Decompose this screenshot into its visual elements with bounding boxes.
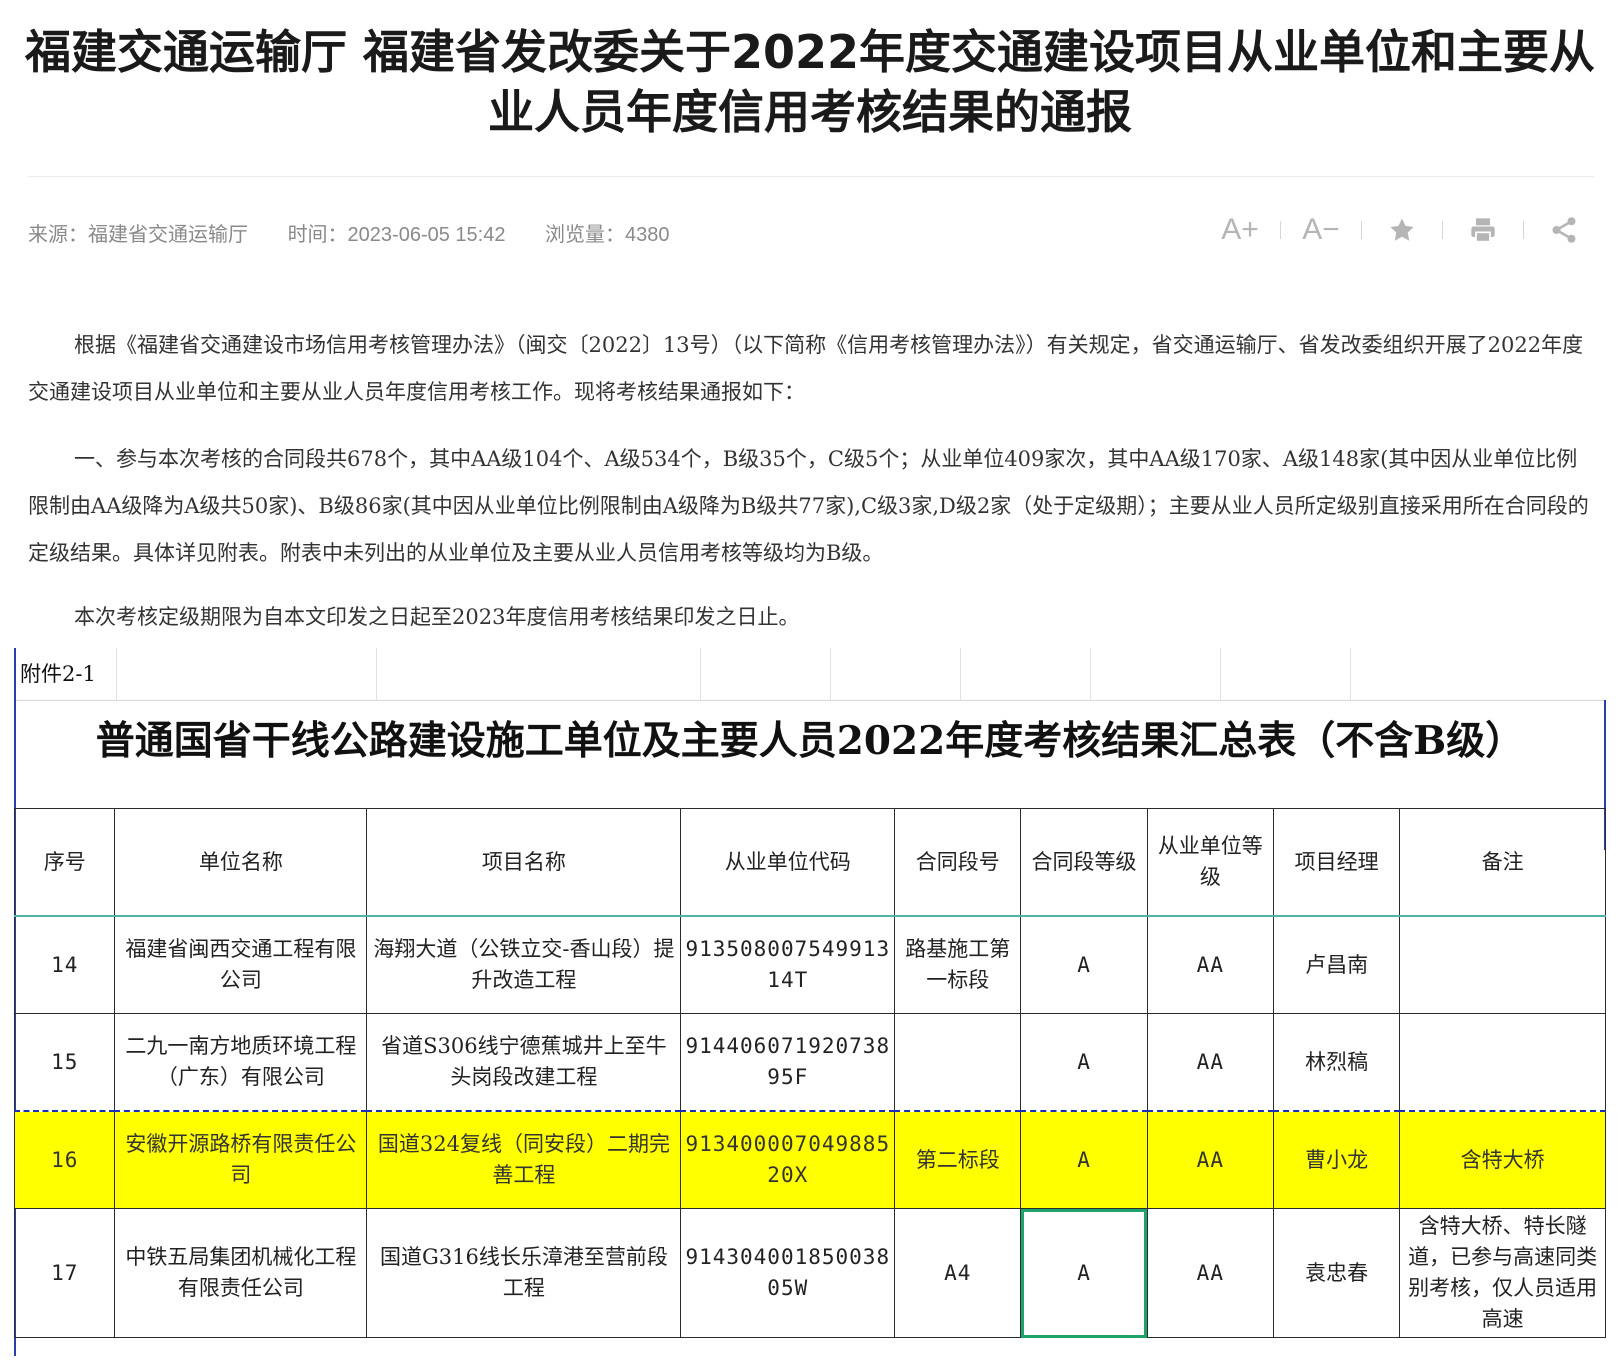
column-header: 合同段号 <box>894 808 1022 917</box>
cell-remark <box>1399 1013 1606 1112</box>
table-title: 普通国省干线公路建设施工单位及主要人员2022年度考核结果汇总表（不含B级） <box>95 718 1525 764</box>
table-header-row: 序号 单位名称 项目名称 从业单位代码 合同段号 合同段等级 从业单位等级 项目… <box>14 808 1606 917</box>
cell-project: 海翔大道（公铁立交-香山段）提升改造工程 <box>366 915 682 1014</box>
star-icon <box>1390 218 1414 241</box>
cell-contract-grade-selected: A <box>1020 1208 1148 1338</box>
column-header: 合同段等级 <box>1020 808 1148 917</box>
results-table: 序号 单位名称 项目名称 从业单位代码 合同段号 合同段等级 从业单位等级 项目… <box>14 808 1606 1338</box>
article-paragraph: 一、参与本次考核的合同段共678个，其中AA级104个、A级534个，B级35个… <box>28 447 1589 565</box>
divider <box>1442 221 1443 239</box>
grid-line <box>960 648 961 700</box>
cell-contract-grade: A <box>1020 915 1148 1014</box>
print-button[interactable] <box>1455 210 1511 250</box>
cell-project: 国道G316线长乐漳港至营前段工程 <box>366 1208 682 1338</box>
meta-source: 来源：福建省交通运输厅 <box>28 224 248 246</box>
cell-contract: A4 <box>894 1208 1022 1338</box>
grid-line <box>830 648 831 700</box>
cell-code: 914304001850038 05W <box>680 1208 896 1338</box>
meta-time: 时间：2023-06-05 15:42 <box>287 224 506 246</box>
cell-manager: 曹小龙 <box>1273 1110 1401 1209</box>
grid-line <box>376 648 377 700</box>
page-title: 福建交通运输厅 福建省发改委关于2022年度交通建设项目从业单位和主要从业人员年… <box>24 25 1596 139</box>
cell-code: 913508007549913 14T <box>680 915 896 1014</box>
column-header: 序号 <box>14 808 116 917</box>
table-row: 17 中铁五局集团机械化工程有限责任公司 国道G316线长乐漳港至营前段工程 9… <box>14 1208 1606 1338</box>
grid-line <box>1220 648 1221 700</box>
cell-remark: 含特大桥、特长隧道，已参与高速同类别考核，仅人员适用高速 <box>1399 1208 1606 1338</box>
article-paragraph: 根据《福建省交通建设市场信用考核管理办法》（闽交〔2022〕13号）（以下简称《… <box>28 333 1584 404</box>
divider <box>28 176 1594 177</box>
cell-contract-grade: A <box>1020 1110 1148 1209</box>
column-header: 单位名称 <box>114 808 368 917</box>
font-increase-button[interactable]: A+ <box>1212 210 1268 250</box>
cell-company: 福建省闽西交通工程有限公司 <box>114 915 368 1014</box>
cell-manager: 袁忠春 <box>1273 1208 1401 1338</box>
print-icon <box>1471 218 1495 243</box>
cell-contract: 第二标段 <box>894 1110 1022 1209</box>
font-decrease-button[interactable]: A− <box>1293 210 1349 250</box>
cell-code: 913400007049885 20X <box>680 1110 896 1209</box>
column-header: 备注 <box>1399 808 1606 917</box>
sheet-header-grid <box>14 648 1606 701</box>
favorite-button[interactable] <box>1374 210 1430 250</box>
cell-company: 二九一南方地质环境工程（广东）有限公司 <box>114 1013 368 1112</box>
article-toolbar: A+ A− <box>1212 210 1592 250</box>
cell-company-grade: AA <box>1146 1208 1275 1338</box>
table-row: 15 二九一南方地质环境工程（广东）有限公司 省道S306线宁德蕉城井上至牛头岗… <box>14 1013 1606 1112</box>
meta-views: 浏览量：4380 <box>545 224 670 246</box>
article-paragraph: 本次考核定级期限为自本文印发之日起至2023年度信用考核结果印发之日止。 <box>74 605 800 629</box>
grid-line <box>1090 648 1091 700</box>
grid-line <box>700 648 701 700</box>
attachment-label: 附件2-1 <box>20 662 96 686</box>
table-row: 14 福建省闽西交通工程有限公司 海翔大道（公铁立交-香山段）提升改造工程 91… <box>14 915 1606 1014</box>
column-header: 项目经理 <box>1273 808 1401 917</box>
divider <box>1280 221 1281 239</box>
cell-no: 17 <box>14 1208 116 1338</box>
cell-company-grade: AA <box>1146 1013 1275 1112</box>
divider <box>1361 221 1362 239</box>
article-meta: 来源：福建省交通运输厅 时间：2023-06-05 15:42 浏览量：4380 <box>28 218 704 247</box>
cell-no: 15 <box>14 1013 116 1112</box>
cell-remark <box>1399 915 1606 1014</box>
cell-contract <box>894 1013 1022 1112</box>
table-row-highlighted: 16 安徽开源路桥有限责任公司 国道324复线（同安段）二期完善工程 91340… <box>14 1110 1606 1209</box>
cell-manager: 林烈稿 <box>1273 1013 1401 1112</box>
share-button[interactable] <box>1536 210 1592 250</box>
divider <box>1523 221 1524 239</box>
cell-company-grade: AA <box>1146 915 1275 1014</box>
cell-company: 安徽开源路桥有限责任公司 <box>114 1110 368 1209</box>
cell-code: 914406071920738 95F <box>680 1013 896 1112</box>
cell-company: 中铁五局集团机械化工程有限责任公司 <box>114 1208 368 1338</box>
cell-manager: 卢昌南 <box>1273 915 1401 1014</box>
cell-project: 国道324复线（同安段）二期完善工程 <box>366 1110 682 1209</box>
cell-project: 省道S306线宁德蕉城井上至牛头岗段改建工程 <box>366 1013 682 1112</box>
column-header: 项目名称 <box>366 808 682 917</box>
column-header: 从业单位等级 <box>1146 808 1275 917</box>
grid-line <box>1350 648 1351 700</box>
cell-contract: 路基施工第一标段 <box>894 915 1022 1014</box>
share-icon <box>1552 217 1576 243</box>
grid-line <box>116 648 117 700</box>
attachment-table-image: 附件2-1 普通国省干线公路建设施工单位及主要人员2022年度考核结果汇总表（不… <box>14 648 1606 1356</box>
column-header: 从业单位代码 <box>680 808 896 917</box>
cell-contract-grade: A <box>1020 1013 1148 1112</box>
cell-no: 16 <box>14 1110 116 1209</box>
cell-remark: 含特大桥 <box>1399 1110 1606 1209</box>
cell-company-grade: AA <box>1146 1110 1275 1209</box>
cell-no: 14 <box>14 915 116 1014</box>
